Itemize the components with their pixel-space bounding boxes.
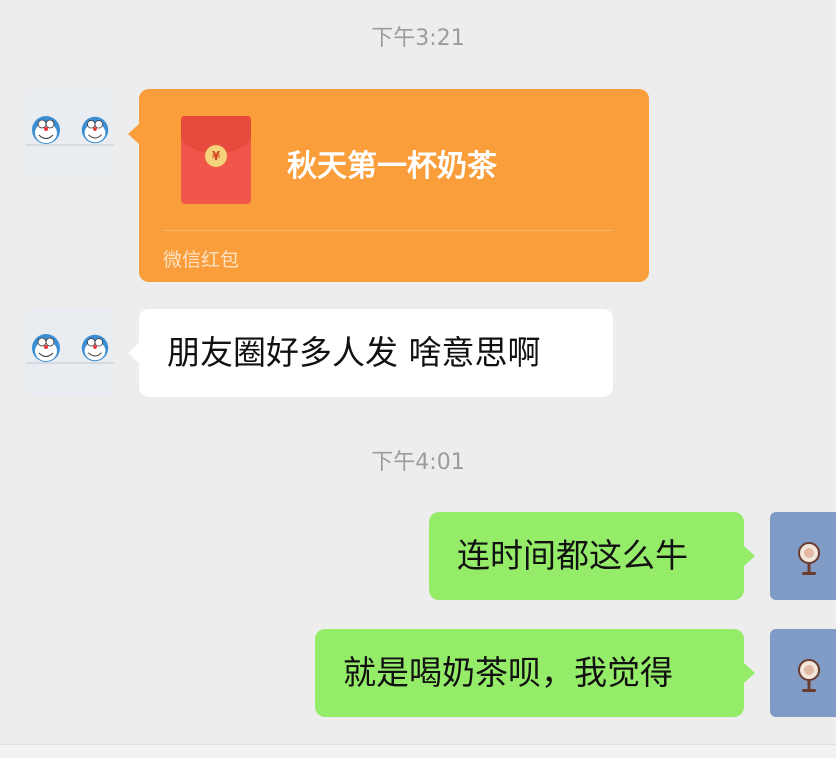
doraemon-icon <box>32 334 60 362</box>
outgoing-message[interactable]: 连时间都这么牛 <box>429 512 744 600</box>
red-packet-message[interactable]: ¥ 秋天第一杯奶茶 微信红包 <box>139 89 649 282</box>
red-packet-caption: 微信红包 <box>163 249 240 271</box>
user-avatar[interactable] <box>770 629 836 717</box>
red-envelope-icon: ¥ <box>181 116 251 204</box>
contact-avatar[interactable] <box>26 90 114 178</box>
doraemon-icon <box>81 116 109 144</box>
red-packet-title: 秋天第一杯奶茶 <box>287 149 497 184</box>
user-avatar[interactable] <box>770 512 836 600</box>
timestamp: 下午4:01 <box>371 450 465 475</box>
divider <box>163 230 613 231</box>
input-bar-edge <box>0 744 836 758</box>
outgoing-message[interactable]: 就是喝奶茶呗，我觉得 <box>315 629 744 717</box>
contact-avatar[interactable] <box>26 308 114 396</box>
mirror-icon <box>798 659 820 692</box>
coin-icon: ¥ <box>205 145 227 167</box>
timestamp: 下午3:21 <box>371 26 465 51</box>
incoming-message[interactable]: 朋友圈好多人发 啥意思啊 <box>139 309 613 397</box>
doraemon-icon <box>32 116 60 144</box>
doraemon-icon <box>81 334 109 362</box>
mirror-icon <box>798 542 820 575</box>
